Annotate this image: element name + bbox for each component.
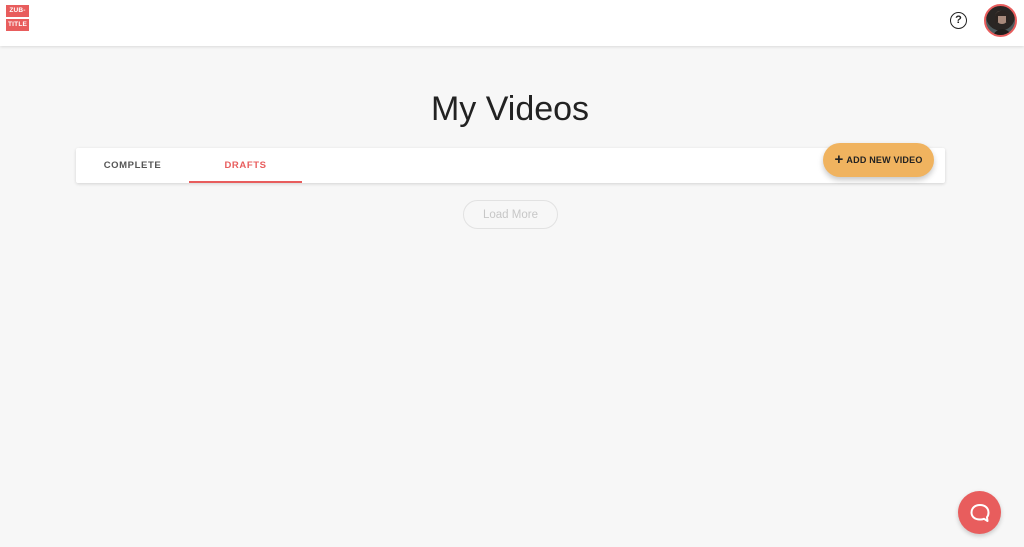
avatar-image <box>993 10 1012 35</box>
tab-complete[interactable]: COMPLETE <box>76 148 189 183</box>
tab-drafts[interactable]: DRAFTS <box>189 148 302 183</box>
chat-bubble-icon <box>970 503 989 522</box>
add-new-video-label: ADD NEW VIDEO <box>846 155 923 165</box>
add-new-video-button[interactable]: + ADD NEW VIDEO <box>823 143 934 177</box>
tabs-bar: COMPLETE DRAFTS <box>76 148 945 183</box>
help-icon[interactable]: ? <box>950 12 967 29</box>
avatar[interactable] <box>984 4 1017 37</box>
chat-button[interactable] <box>958 491 1001 534</box>
logo-line-1: ZUB- <box>6 5 29 17</box>
load-more-button[interactable]: Load More <box>463 200 558 229</box>
zubtitle-logo[interactable]: ZUB- TITLE <box>6 5 29 32</box>
logo-line-2: TITLE <box>6 19 29 31</box>
plus-icon: + <box>834 151 844 168</box>
page-title: My Videos <box>430 90 590 128</box>
top-bar: ZUB- TITLE ? <box>0 0 1024 46</box>
